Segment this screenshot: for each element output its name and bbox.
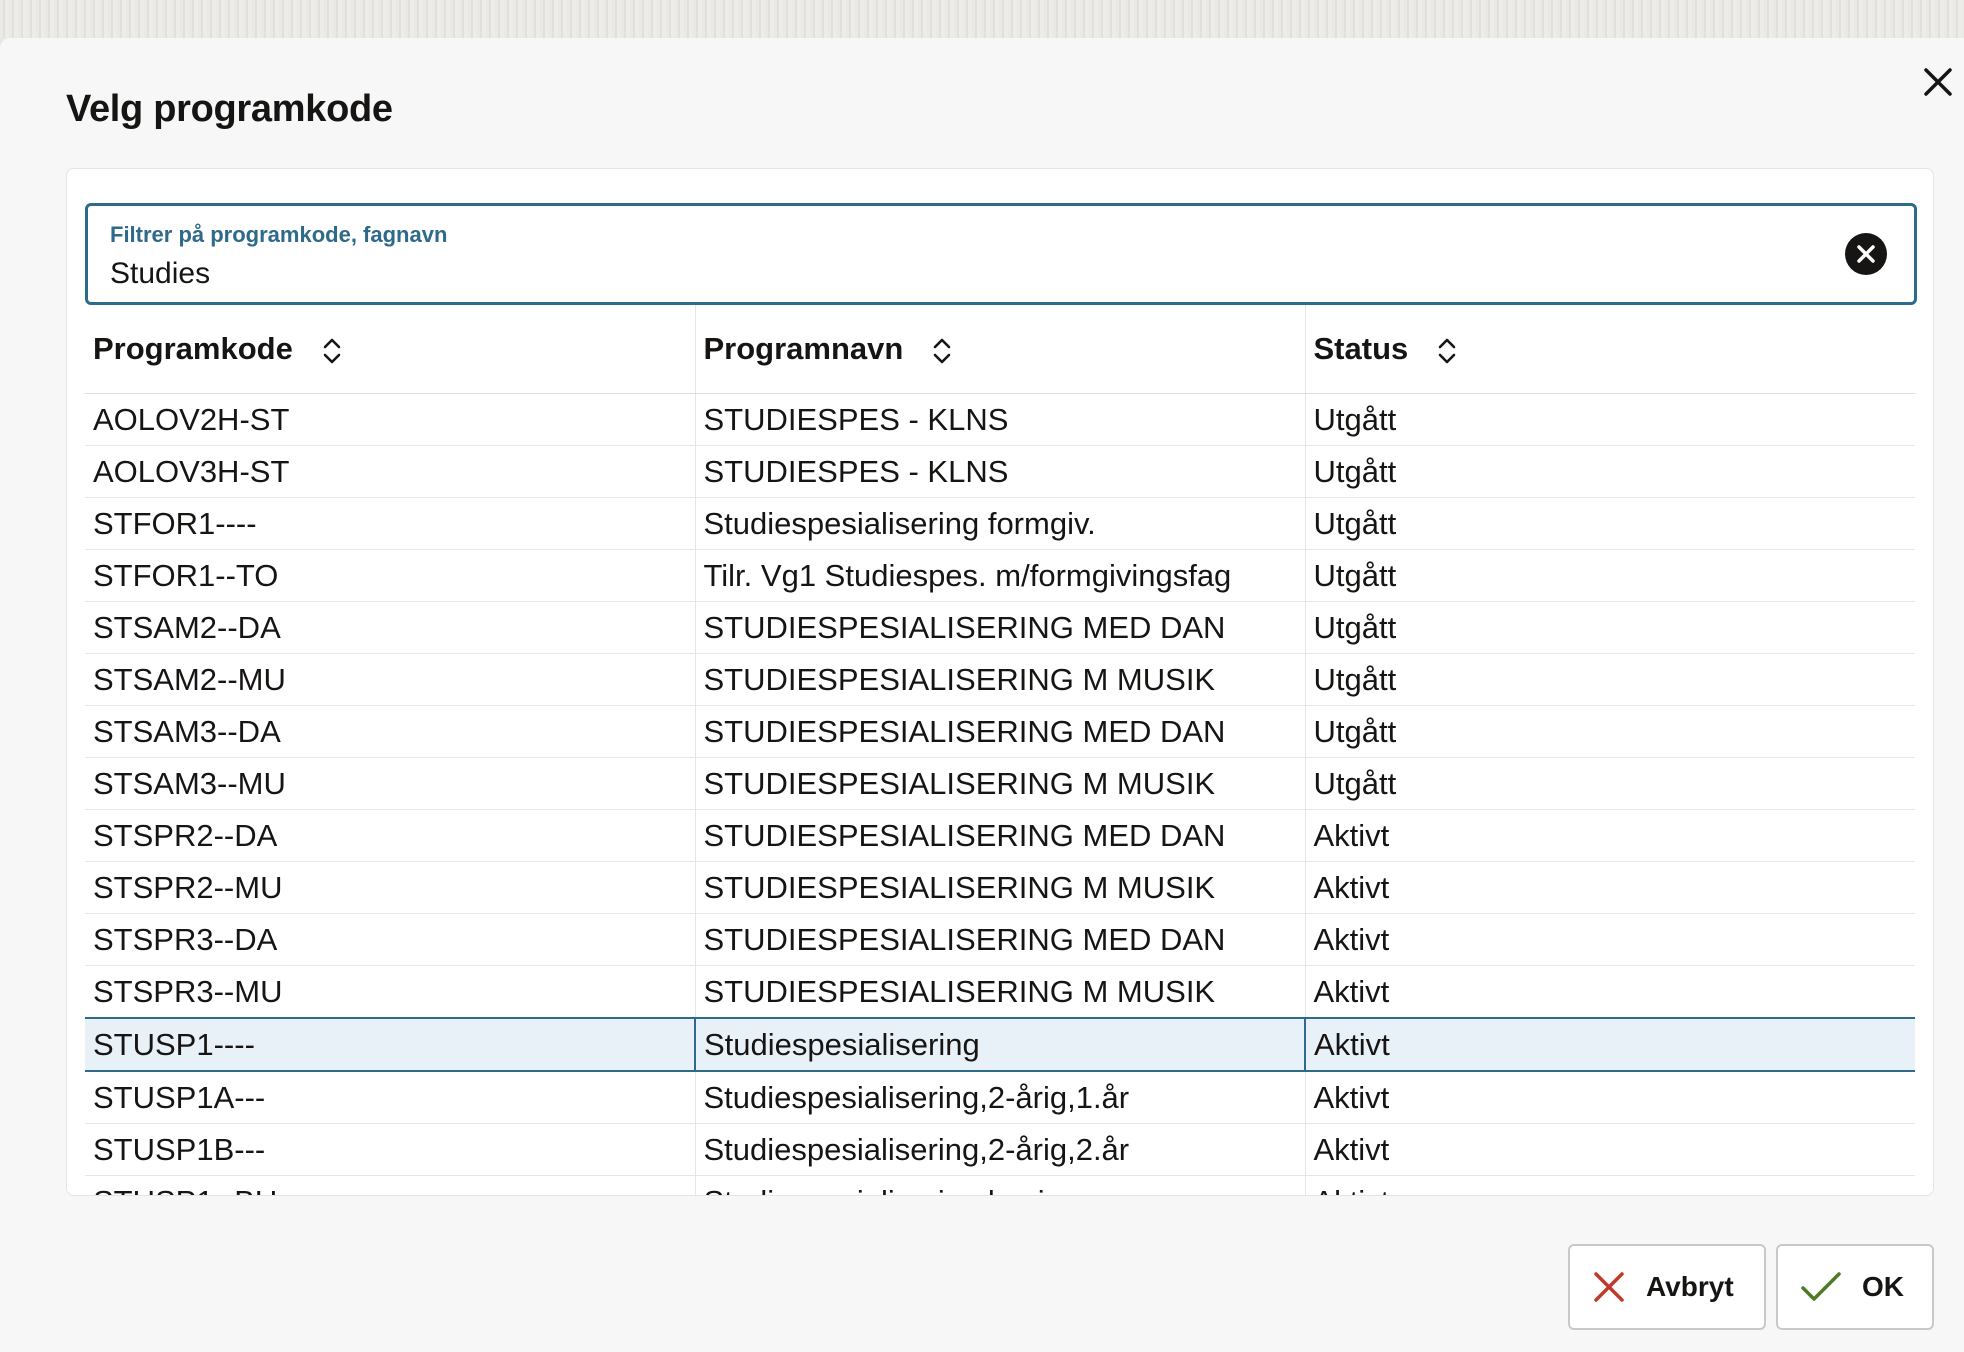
programkode-cell: STSAM3--MU	[85, 757, 695, 810]
programnavn-cell: Studiespesialisering formgiv.	[694, 497, 1305, 550]
cancel-button[interactable]: Avbryt	[1568, 1244, 1766, 1330]
programnavn-cell: STUDIESPES - KLNS	[694, 393, 1305, 446]
status-cell: Utgått	[1304, 705, 1915, 758]
programnavn-cell: STUDIESPESIALISERING MED DAN	[694, 809, 1305, 862]
programnavn-cell: STUDIESPESIALISERING M MUSIK	[694, 653, 1305, 706]
x-icon	[1594, 1272, 1624, 1302]
table-row[interactable]: STSPR3--DA STUDIESPESIALISERING MED DAN Ak…	[85, 913, 1915, 966]
status-cell: Utgått	[1304, 653, 1915, 706]
dialog-title: Velg programkode	[66, 88, 393, 130]
table-row[interactable]: STSAM2--DA STUDIESPESIALISERING MED DAN Ut…	[85, 601, 1915, 654]
programnavn-cell: STUDIESPESIALISERING M MUSIK	[694, 757, 1305, 810]
programnavn-cell: STUDIESPESIALISERING M MUSIK	[694, 861, 1305, 914]
table-row[interactable]: AOLOV2H-ST STUDIESPES - KLNS Utgått	[85, 393, 1915, 446]
sort-icon[interactable]	[321, 336, 343, 366]
programnavn-cell: Studiespesialisering	[694, 1017, 1305, 1072]
sort-icon[interactable]	[1436, 336, 1458, 366]
status-cell: Aktivt	[1304, 1123, 1915, 1176]
table-row[interactable]: STSAM2--MU STUDIESPESIALISERING M MUSIK Ut…	[85, 653, 1915, 706]
status-cell: Aktivt	[1304, 1071, 1915, 1124]
close-button[interactable]	[1918, 62, 1958, 102]
programkode-cell: STSAM2--DA	[85, 601, 695, 654]
programkode-cell: STFOR1--TO	[85, 549, 695, 602]
column-header-label: Programkode	[93, 331, 293, 366]
table-row[interactable]: STUSP1A--- Studiespesialisering,2-årig,1.…	[85, 1071, 1915, 1124]
ok-button-label: OK	[1862, 1271, 1904, 1302]
filter-label: Filtrer på programkode, fagnavn	[110, 222, 448, 247]
table-row[interactable]: STSAM3--MU STUDIESPESIALISERING M MUSIK Ut…	[85, 757, 1915, 810]
programnavn-cell: Studiespesialisering business	[694, 1175, 1305, 1195]
table-header-row: Programkode Programnavn Status	[85, 305, 1915, 394]
programkode-cell: AOLOV2H-ST	[85, 393, 695, 446]
status-cell: Utgått	[1304, 497, 1915, 550]
status-cell: Utgått	[1304, 601, 1915, 654]
table-row[interactable]: STFOR1--TO Tilr. Vg1 Studiespes. m/formgi…	[85, 549, 1915, 602]
programkode-cell: STFOR1----	[85, 497, 695, 550]
programkode-cell: STSAM2--MU	[85, 653, 695, 706]
table-row[interactable]: STFOR1---- Studiespesialisering formgiv. U…	[85, 497, 1915, 550]
status-cell: Aktivt	[1304, 913, 1915, 966]
column-header-programkode[interactable]: Programkode	[85, 305, 695, 394]
status-cell: Aktivt	[1304, 1175, 1915, 1195]
background-texture	[0, 0, 1964, 38]
cancel-button-label: Avbryt	[1646, 1271, 1734, 1302]
status-cell: Aktivt	[1304, 1017, 1915, 1072]
status-cell: Aktivt	[1304, 809, 1915, 862]
close-icon	[1924, 68, 1952, 96]
programnavn-cell: STUDIESPES - KLNS	[694, 445, 1305, 498]
filter-input[interactable]	[110, 254, 1810, 294]
column-header-label: Status	[1313, 331, 1409, 366]
programkode-cell: STUSP1--BU	[85, 1175, 695, 1195]
filter-field[interactable]: Filtrer på programkode, fagnavn	[85, 203, 1917, 305]
results-table-container: Programkode Programnavn Status AOLOV2H-ST S…	[85, 305, 1917, 1195]
table-row[interactable]: STSPR2--MU STUDIESPESIALISERING M MUSIK Ak…	[85, 861, 1915, 914]
programkode-cell: STSPR3--DA	[85, 913, 695, 966]
programkode-cell: AOLOV3H-ST	[85, 445, 695, 498]
table-row[interactable]: STUSP1---- Studiespesialisering Aktivt	[85, 1017, 1915, 1072]
clear-filter-button[interactable]	[1844, 232, 1888, 276]
programnavn-cell: Studiespesialisering,2-årig,2.år	[694, 1123, 1305, 1176]
programkode-cell: STUSP1----	[85, 1017, 695, 1072]
checkmark-icon	[1801, 1272, 1841, 1301]
ok-button[interactable]: OK	[1776, 1244, 1934, 1330]
column-header-status[interactable]: Status	[1304, 305, 1915, 394]
programkode-cell: STSAM3--DA	[85, 705, 695, 758]
sort-icon[interactable]	[931, 336, 953, 366]
programkode-cell: STSPR2--MU	[85, 861, 695, 914]
status-cell: Utgått	[1304, 393, 1915, 446]
programkode-cell: STSPR3--MU	[85, 965, 695, 1019]
table-row[interactable]: STSPR3--MU STUDIESPESIALISERING M MUSIK Ak…	[85, 965, 1915, 1019]
status-cell: Aktivt	[1304, 861, 1915, 914]
programkode-cell: STUSP1A---	[85, 1071, 695, 1124]
table-row[interactable]: STUSP1--BUStudiespesialisering businessA…	[85, 1175, 1915, 1195]
status-cell: Utgått	[1304, 549, 1915, 602]
results-panel: Filtrer på programkode, fagnavn Programk…	[66, 168, 1934, 1196]
column-header-programnavn[interactable]: Programnavn	[694, 305, 1305, 394]
programnavn-cell: Studiespesialisering,2-årig,1.år	[694, 1071, 1305, 1124]
results-table: Programkode Programnavn Status AOLOV2H-ST S…	[85, 305, 1915, 1195]
table-body: AOLOV2H-ST STUDIESPES - KLNS Utgått AOLOV3H…	[85, 393, 1915, 1195]
status-cell: Aktivt	[1304, 965, 1915, 1019]
column-header-label: Programnavn	[703, 331, 904, 366]
status-cell: Utgått	[1304, 445, 1915, 498]
table-row[interactable]: STSAM3--DA STUDIESPESIALISERING MED DAN Ut…	[85, 705, 1915, 758]
programnavn-cell: STUDIESPESIALISERING MED DAN	[694, 601, 1305, 654]
programnavn-cell: STUDIESPESIALISERING M MUSIK	[694, 965, 1305, 1019]
programkode-cell: STSPR2--DA	[85, 809, 695, 862]
programnavn-cell: Tilr. Vg1 Studiespes. m/formgivingsfag	[694, 549, 1305, 602]
table-row[interactable]: STUSP1B--- Studiespesialisering,2-årig,2.…	[85, 1123, 1915, 1176]
status-cell: Utgått	[1304, 757, 1915, 810]
table-row[interactable]: AOLOV3H-ST STUDIESPES - KLNS Utgått	[85, 445, 1915, 498]
programnavn-cell: STUDIESPESIALISERING MED DAN	[694, 705, 1305, 758]
table-row[interactable]: STSPR2--DA STUDIESPESIALISERING MED DAN Ak…	[85, 809, 1915, 862]
clear-circle-icon	[1845, 233, 1887, 275]
programkode-cell: STUSP1B---	[85, 1123, 695, 1176]
programnavn-cell: STUDIESPESIALISERING MED DAN	[694, 913, 1305, 966]
